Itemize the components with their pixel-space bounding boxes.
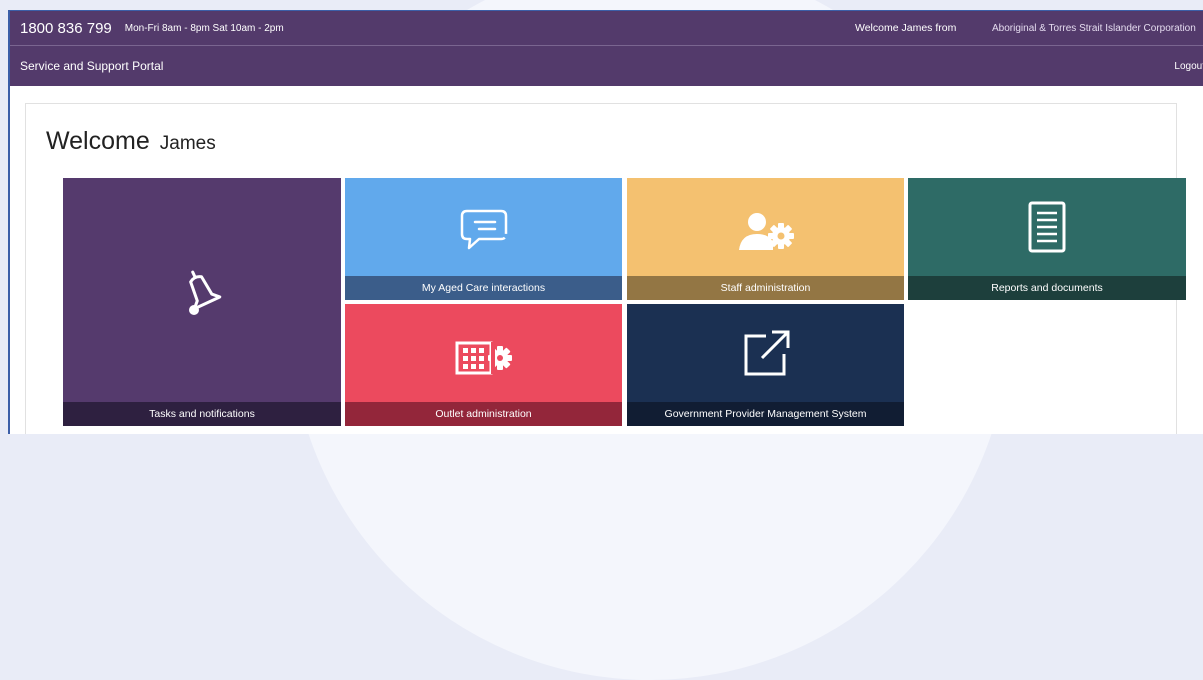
tile-government-provider-management-system[interactable]: Government Provider Management System xyxy=(627,304,904,426)
tile-my-aged-care-interactions[interactable]: My Aged Care interactions xyxy=(345,178,622,300)
opening-hours: Mon-Fri 8am - 8pm Sat 10am - 2pm xyxy=(124,22,284,34)
welcome-user-text: Welcome James from xyxy=(855,22,957,34)
tile-label: Staff administration xyxy=(627,276,904,300)
tile-staff-administration[interactable]: Staff administration xyxy=(627,178,904,300)
tile-label: Reports and documents xyxy=(908,276,1186,300)
chat-icon xyxy=(459,206,509,257)
user-name: James xyxy=(159,133,216,154)
tile-label: My Aged Care interactions xyxy=(345,276,622,300)
logout-link[interactable]: Logout xyxy=(1174,61,1203,72)
contact-bar: 1800 836 799 Mon-Fri 8am - 8pm Sat 10am … xyxy=(10,11,1203,45)
portal-title: Service and Support Portal xyxy=(20,59,164,73)
external-link-icon xyxy=(740,328,792,385)
tile-label: Tasks and notifications xyxy=(63,402,341,426)
top-header: 1800 836 799 Mon-Fri 8am - 8pm Sat 10am … xyxy=(10,11,1203,86)
user-gear-icon xyxy=(737,212,795,257)
portal-bar: Service and Support Portal Logout xyxy=(10,45,1203,86)
tile-label: Government Provider Management System xyxy=(627,402,904,426)
dashboard-panel: Welcome James Tasks and notifications My… xyxy=(25,103,1186,434)
welcome-heading: Welcome James xyxy=(46,127,216,156)
tile-tasks-and-notifications[interactable]: Tasks and notifications xyxy=(63,178,341,426)
tile-label: Outlet administration xyxy=(345,402,622,426)
welcome-word: Welcome xyxy=(46,127,150,155)
building-gear-icon xyxy=(454,340,514,381)
portal-window: 1800 836 799 Mon-Fri 8am - 8pm Sat 10am … xyxy=(8,10,1203,434)
phone-number: 1800 836 799 xyxy=(20,19,112,37)
document-icon xyxy=(1027,200,1067,259)
tile-reports-and-documents[interactable]: Reports and documents xyxy=(908,178,1186,300)
bell-icon xyxy=(182,266,222,323)
tile-outlet-administration[interactable]: Outlet administration xyxy=(345,304,622,426)
organisation-name: Aboriginal & Torres Strait Islander Corp… xyxy=(992,22,1196,34)
